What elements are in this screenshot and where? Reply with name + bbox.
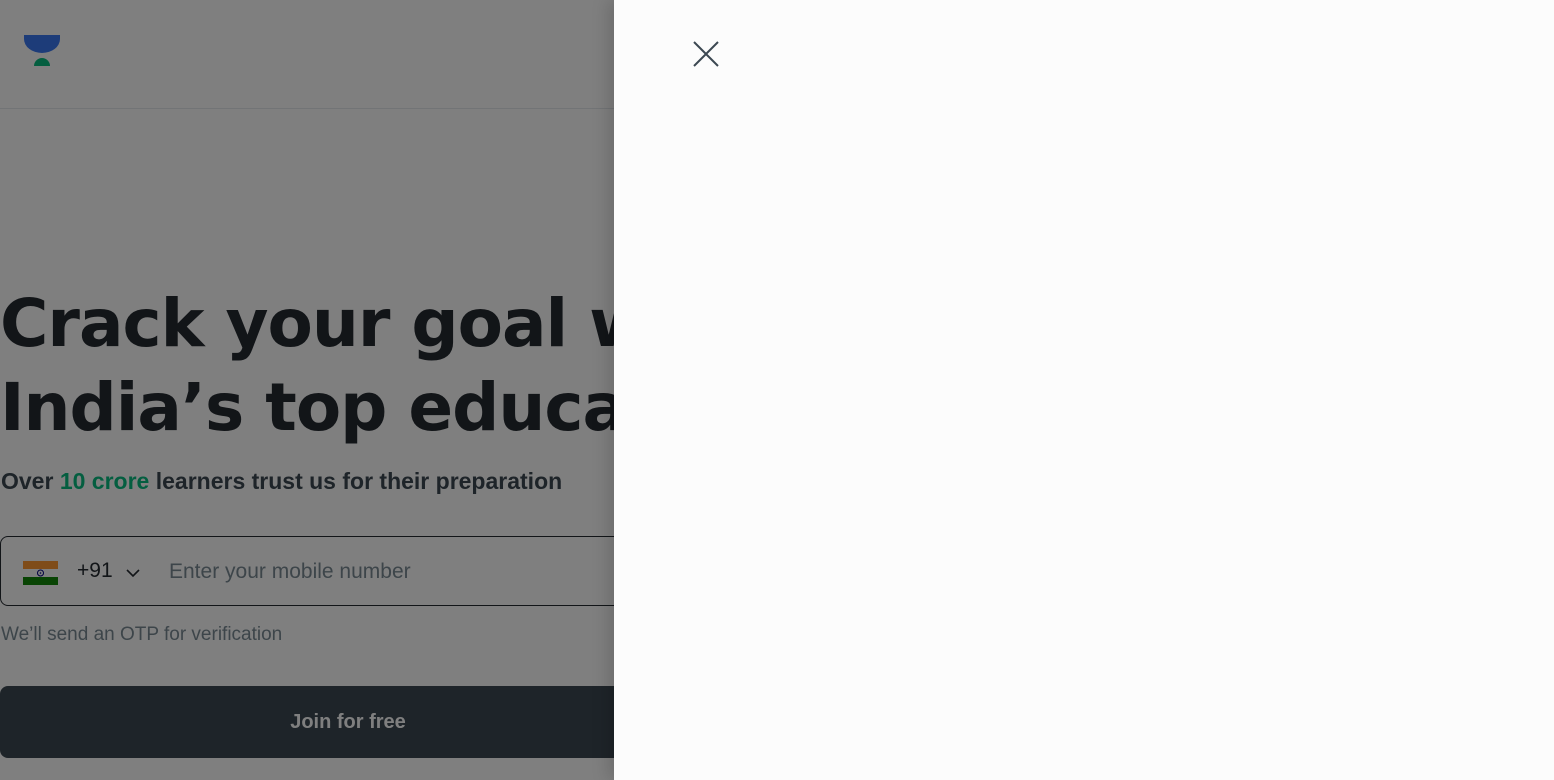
close-icon <box>693 41 719 67</box>
side-drawer <box>614 0 1554 780</box>
close-button[interactable] <box>690 38 722 70</box>
